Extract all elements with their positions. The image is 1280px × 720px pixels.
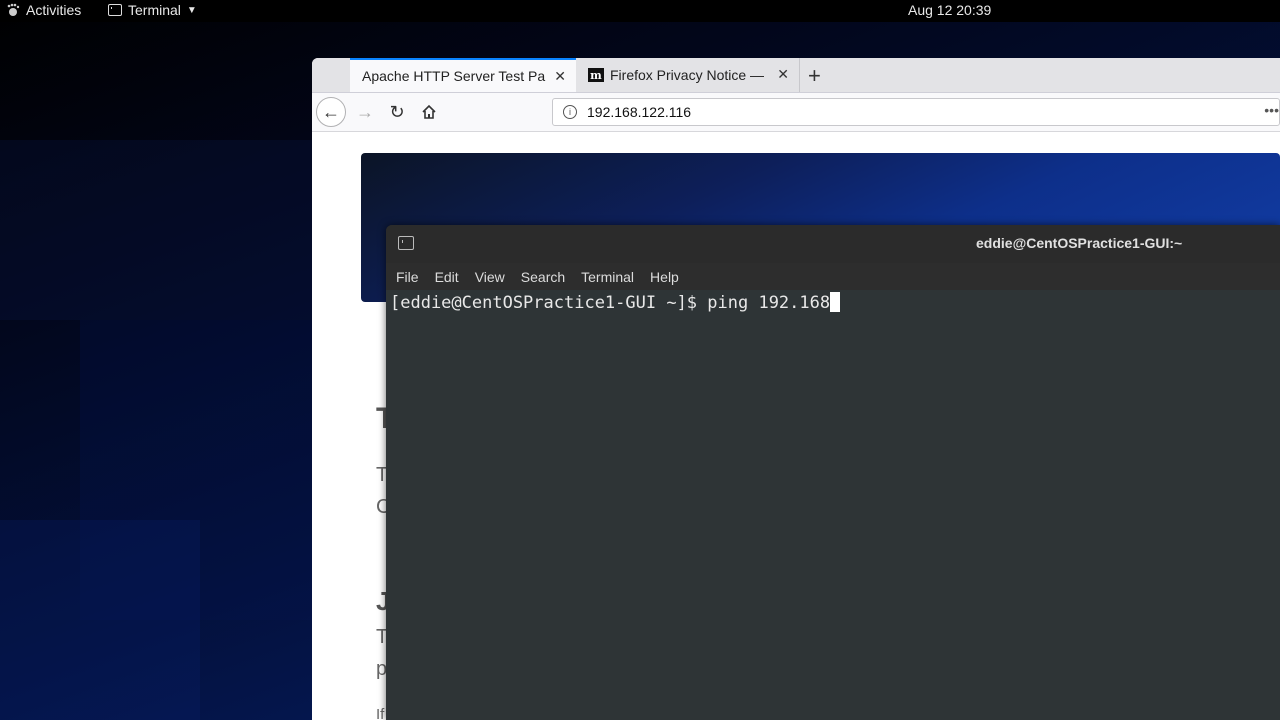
home-icon [422,104,436,119]
navigation-toolbar: ← → ↻ i 192.168.122.116 ••• [312,93,1280,132]
reload-icon: ↻ [389,101,405,122]
gnome-foot-icon [7,3,20,16]
page-text-fragment: If [376,706,385,720]
arrow-right-icon: → [356,101,374,122]
menu-help[interactable]: Help [650,269,679,285]
tab-apache-test-page[interactable]: Apache HTTP Server Test Pa ✕ [350,58,576,92]
wallpaper-tile [0,140,320,320]
terminal-body[interactable]: [eddie@CentOSPractice1-GUI ~]$ ping 192.… [386,290,1280,720]
tab-bar: Apache HTTP Server Test Pa ✕ m Firefox P… [312,58,1280,93]
home-button[interactable] [414,97,444,127]
new-tab-button[interactable]: + [808,63,821,89]
close-icon[interactable]: ✕ [777,66,789,83]
reload-button[interactable]: ↻ [382,97,412,127]
gnome-top-bar: Activities Terminal ▼ Aug 12 20:39 [0,0,1280,22]
app-menu[interactable]: Terminal ▼ [108,2,197,18]
shell-prompt: [eddie@CentOSPractice1-GUI ~]$ [390,293,708,313]
menu-view[interactable]: View [475,269,505,285]
terminal-window[interactable]: eddie@CentOSPractice1-GUI:~ File Edit Vi… [386,225,1280,720]
menu-search[interactable]: Search [521,269,565,285]
forward-button[interactable]: → [350,97,380,127]
terminal-header-bar[interactable]: eddie@CentOSPractice1-GUI:~ [386,225,1280,264]
terminal-icon [108,4,122,16]
chevron-down-icon: ▼ [186,4,197,16]
terminal-icon[interactable] [398,236,414,250]
menu-edit[interactable]: Edit [435,269,459,285]
tab-firefox-privacy-notice[interactable]: m Firefox Privacy Notice — ✕ [576,58,800,92]
menu-terminal[interactable]: Terminal [581,269,634,285]
activities-label: Activities [26,2,82,18]
command-input[interactable]: ping 192.168 [707,293,830,313]
arrow-left-icon: ← [322,101,340,122]
url-text: 192.168.122.116 [587,104,692,120]
more-icon[interactable]: ••• [1264,102,1279,118]
info-icon[interactable]: i [563,105,577,119]
app-menu-label: Terminal [128,2,181,18]
activities-button[interactable]: Activities [6,2,81,18]
terminal-menubar: File Edit View Search Terminal Help [386,263,1280,290]
text-cursor [830,292,841,312]
back-button[interactable]: ← [316,97,346,127]
prompt-line: [eddie@CentOSPractice1-GUI ~]$ ping 192.… [390,292,841,313]
tab-label: Firefox Privacy Notice — [610,67,765,83]
wallpaper-tile [0,520,200,720]
tab-label: Apache HTTP Server Test Pa [362,68,546,84]
mozilla-icon: m [588,68,604,82]
close-icon[interactable]: ✕ [554,68,566,85]
clock[interactable]: Aug 12 20:39 [908,2,991,18]
url-bar[interactable]: i 192.168.122.116 ••• [552,98,1280,126]
menu-file[interactable]: File [396,269,419,285]
terminal-title: eddie@CentOSPractice1-GUI:~ [976,235,1183,251]
